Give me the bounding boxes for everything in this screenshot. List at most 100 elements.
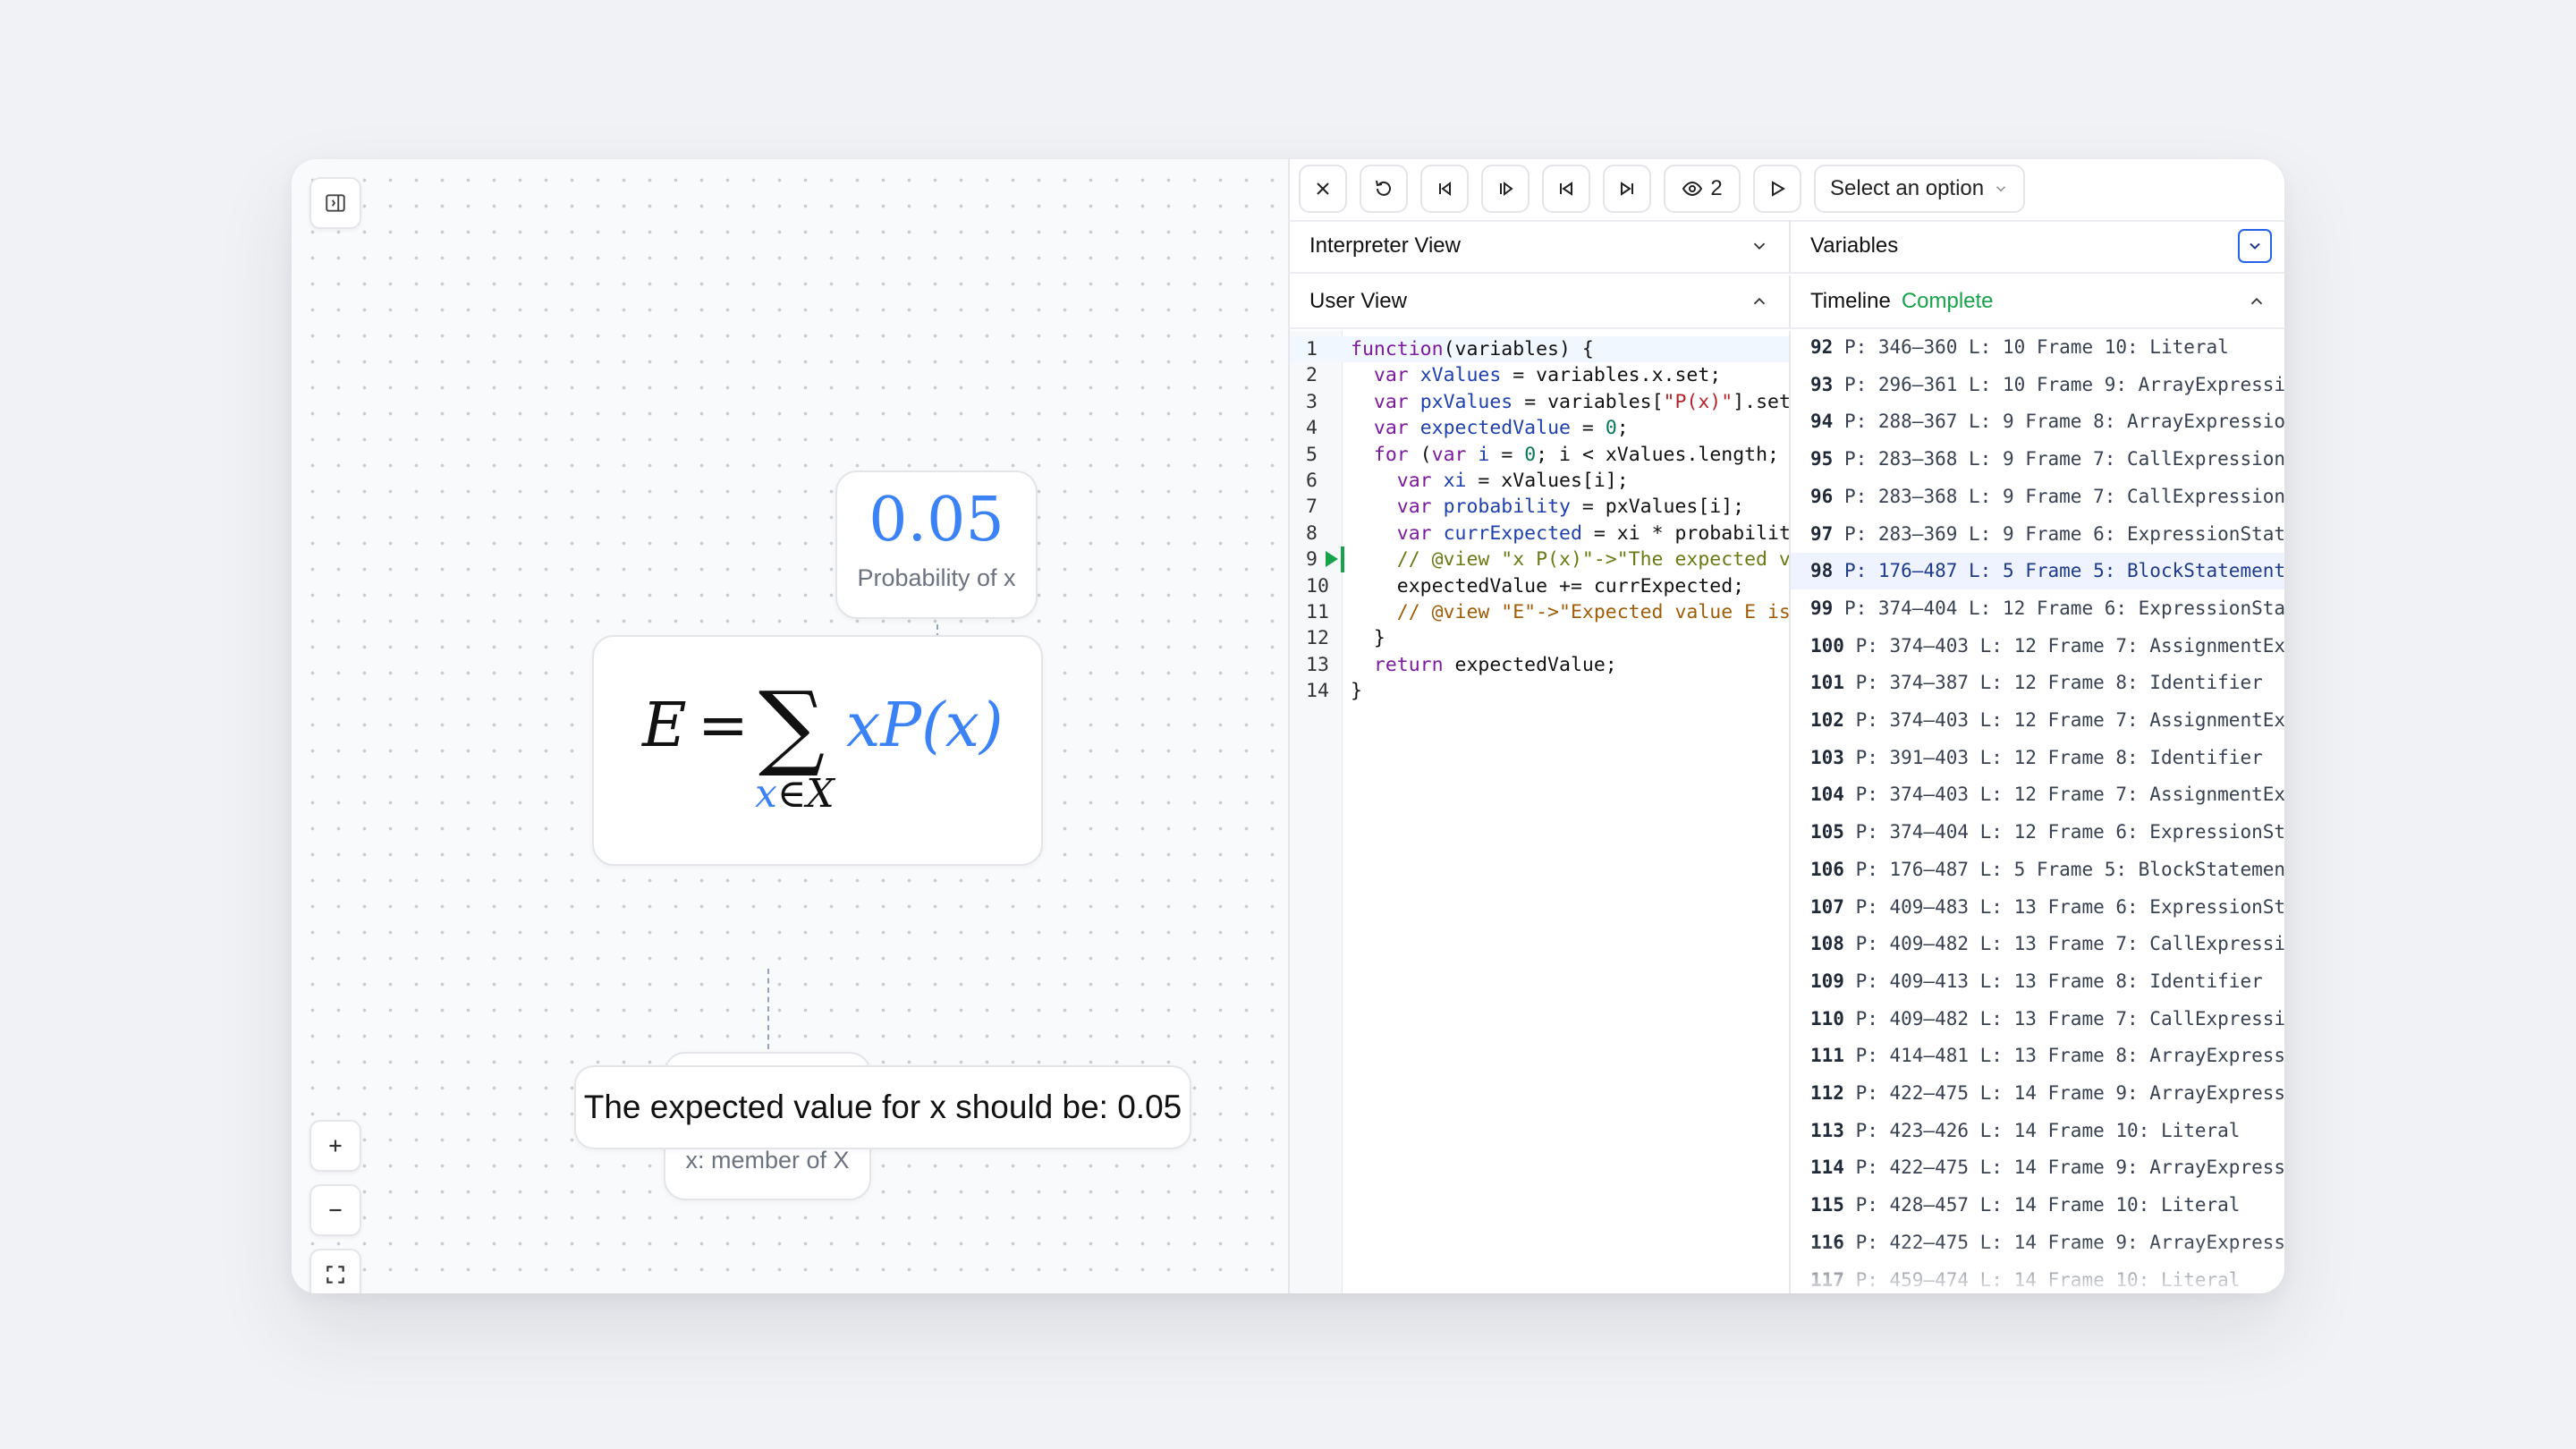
- timeline-row[interactable]: 110 P: 409–482 L: 13 Frame 7: CallExpres…: [1791, 1001, 2284, 1038]
- timeline-row[interactable]: 98 P: 176–487 L: 5 Frame 5: BlockStateme…: [1791, 553, 2284, 590]
- timeline-status: Complete: [1901, 289, 1994, 313]
- play-button[interactable]: [1753, 165, 1801, 213]
- timeline-row[interactable]: 96 P: 283–368 L: 9 Frame 7: CallExpressi…: [1791, 479, 2284, 515]
- timeline-text: P: 374–404 L: 12 Frame 6: ExpressionStat…: [1855, 821, 2284, 843]
- line-number: 3: [1306, 390, 1318, 413]
- fit-view-button[interactable]: [309, 1249, 361, 1293]
- timeline-list[interactable]: 92 P: 346–360 L: 10 Frame 10: Literal 93 …: [1789, 331, 2284, 1293]
- code-line[interactable]: 12 }: [1290, 625, 1789, 651]
- zoom-out-button[interactable]: [309, 1184, 361, 1236]
- timeline-row[interactable]: 93 P: 296–361 L: 10 Frame 9: ArrayExpres…: [1791, 367, 2284, 403]
- skip-end-icon: [1621, 182, 1633, 196]
- timeline-row[interactable]: 99 P: 374–404 L: 12 Frame 6: ExpressionS…: [1791, 590, 2284, 627]
- code-line[interactable]: 3 var pxValues = variables["P(x)"].set;: [1290, 389, 1789, 415]
- sidebar-toggle-button[interactable]: [309, 177, 361, 229]
- timeline-text: P: 283–369 L: 9 Frame 6: ExpressionState…: [1843, 522, 2284, 545]
- timeline-row[interactable]: 106 P: 176–487 L: 5 Frame 5: BlockStatem…: [1791, 852, 2284, 888]
- plus-icon: [329, 1140, 342, 1152]
- code-line[interactable]: 13 return expectedValue;: [1290, 652, 1789, 678]
- timeline-header[interactable]: Timeline Complete: [1789, 275, 2284, 329]
- code-line[interactable]: 4 var expectedValue = 0;: [1290, 415, 1789, 441]
- timeline-text: P: 288–367 L: 9 Frame 8: ArrayExpression: [1843, 411, 2284, 433]
- code-line[interactable]: 7 var probability = pxValues[i];: [1290, 494, 1789, 520]
- timeline-text: P: 374–404 L: 12 Frame 6: ExpressionStat…: [1843, 597, 2284, 619]
- variables-header[interactable]: Variables: [1789, 220, 2284, 274]
- timeline-row[interactable]: 101 P: 374–387 L: 12 Frame 8: Identifier: [1791, 665, 2284, 701]
- node-probability[interactable]: 0.05 Probability of x: [835, 470, 1038, 619]
- zoom-in-button[interactable]: [309, 1120, 361, 1172]
- graph-canvas[interactable]: 0.05 Probability of x E = ∑ x∈X xP(x) 1: [292, 159, 1288, 1293]
- timeline-row[interactable]: 100 P: 374–403 L: 12 Frame 7: Assignment…: [1791, 628, 2284, 665]
- timeline-row[interactable]: 105 P: 374–404 L: 12 Frame 6: Expression…: [1791, 814, 2284, 851]
- play-icon: [1772, 181, 1785, 197]
- code-text: // @view "x P(x)"->"The expected va: [1396, 548, 1789, 572]
- timeline-row[interactable]: 97 P: 283–369 L: 9 Frame 6: ExpressionSt…: [1791, 516, 2284, 553]
- timeline-step: 101: [1810, 672, 1856, 694]
- timeline-row[interactable]: 115 P: 428–457 L: 14 Frame 10: Literal: [1791, 1187, 2284, 1224]
- timeline-step: 93: [1810, 373, 1844, 395]
- timeline-row[interactable]: 108 P: 409–482 L: 13 Frame 7: CallExpres…: [1791, 926, 2284, 962]
- user-view-header[interactable]: User View: [1290, 275, 1789, 329]
- timeline-step: 109: [1810, 970, 1856, 992]
- timeline-row[interactable]: 95 P: 283–368 L: 9 Frame 7: CallExpressi…: [1791, 441, 2284, 478]
- code-line[interactable]: 10 expectedValue += currExpected;: [1290, 573, 1789, 599]
- timeline-text: P: 374–387 L: 12 Frame 8: Identifier: [1855, 672, 2263, 694]
- watch-count: 2: [1710, 176, 1723, 200]
- skip-end-button[interactable]: [1603, 165, 1651, 213]
- timeline-row[interactable]: 111 P: 414–481 L: 13 Frame 8: ArrayExpre…: [1791, 1038, 2284, 1074]
- timeline-row[interactable]: 94 P: 288–367 L: 9 Frame 8: ArrayExpress…: [1791, 403, 2284, 440]
- timeline-row[interactable]: 109 P: 409–413 L: 13 Frame 8: Identifier: [1791, 963, 2284, 1000]
- fullscreen-icon: [326, 1266, 344, 1284]
- line-number: 11: [1306, 601, 1329, 623]
- code-line[interactable]: 5 for (var i = 0; i < xValues.length; i: [1290, 442, 1789, 468]
- variables-toggle-button[interactable]: [2238, 229, 2272, 263]
- line-number: 14: [1306, 680, 1329, 703]
- code-line[interactable]: 2 var xValues = variables.x.set;: [1290, 362, 1789, 388]
- code-line[interactable]: 6 var xi = xValues[i];: [1290, 468, 1789, 494]
- line-number: 4: [1306, 417, 1318, 440]
- code-text: // @view "E"->"Expected value E is: [1396, 601, 1789, 623]
- restart-button[interactable]: [1360, 165, 1408, 213]
- line-number: 2: [1306, 364, 1318, 387]
- timeline-row[interactable]: 92 P: 346–360 L: 10 Frame 10: Literal: [1791, 331, 2284, 366]
- code-editor[interactable]: 1 function(variables) {2 var xValues = va…: [1290, 331, 1789, 1293]
- option-select[interactable]: Select an option: [1814, 165, 2025, 213]
- formula-body: xP(x): [846, 691, 1004, 761]
- timeline-row[interactable]: 114 P: 422–475 L: 14 Frame 9: ArrayExpre…: [1791, 1149, 2284, 1186]
- skip-start-button[interactable]: [1542, 165, 1590, 213]
- chevron-up-icon: [2250, 297, 2263, 305]
- interpreter-view-header[interactable]: Interpreter View: [1290, 220, 1789, 274]
- step-forward-button[interactable]: [1481, 165, 1530, 213]
- member-caption: x: member of X: [685, 1147, 850, 1174]
- close-button[interactable]: [1299, 165, 1347, 213]
- code-text: expectedValue += currExpected;: [1351, 574, 1745, 597]
- code-line[interactable]: 11 // @view "E"->"Expected value E is: [1290, 599, 1789, 625]
- app-window: 0.05 Probability of x E = ∑ x∈X xP(x) 1: [292, 159, 2284, 1293]
- timeline-text: P: 422–475 L: 14 Frame 9: ArrayExpressio…: [1855, 1231, 2284, 1253]
- timeline-text: P: 423–426 L: 14 Frame 10: Literal: [1855, 1119, 2241, 1141]
- step-back-button[interactable]: [1420, 165, 1469, 213]
- breakpoint-marker[interactable]: [1326, 551, 1338, 568]
- code-line[interactable]: 8 var currExpected = xi * probability: [1290, 521, 1789, 547]
- timeline-row[interactable]: 102 P: 374–403 L: 12 Frame 7: Assignment…: [1791, 702, 2284, 739]
- timeline-row[interactable]: 107 P: 409–483 L: 13 Frame 6: Expression…: [1791, 889, 2284, 926]
- code-line[interactable]: 9 // @view "x P(x)"->"The expected va: [1290, 547, 1789, 573]
- node-formula[interactable]: E = ∑ x∈X xP(x): [592, 635, 1043, 866]
- timeline-text: P: 409–482 L: 13 Frame 7: CallExpression: [1855, 1007, 2284, 1030]
- timeline-text: P: 459–474 L: 14 Frame 10: Literal: [1855, 1268, 2241, 1291]
- timeline-text: P: 422–475 L: 14 Frame 9: ArrayExpressio…: [1855, 1157, 2284, 1179]
- timeline-row[interactable]: 104 P: 374–403 L: 12 Frame 7: Assignment…: [1791, 776, 2284, 813]
- code-line[interactable]: 14}: [1290, 678, 1789, 704]
- timeline-row[interactable]: 113 P: 423–426 L: 14 Frame 10: Literal: [1791, 1113, 2284, 1149]
- timeline-row[interactable]: 117 P: 459–474 L: 14 Frame 10: Literal: [1791, 1262, 2284, 1294]
- timeline-row[interactable]: 116 P: 422–475 L: 14 Frame 9: ArrayExpre…: [1791, 1224, 2284, 1261]
- timeline-text: P: 176–487 L: 5 Frame 5: BlockStatement: [1855, 858, 2284, 880]
- timeline-step: 96: [1810, 485, 1844, 507]
- minus-icon: [329, 1208, 342, 1212]
- code-line[interactable]: 1 function(variables) {: [1290, 336, 1789, 363]
- timeline-row[interactable]: 103 P: 391–403 L: 12 Frame 8: Identifier: [1791, 740, 2284, 776]
- timeline-text: P: 414–481 L: 13 Frame 8: ArrayExpressio…: [1855, 1045, 2284, 1067]
- chevron-down-icon: [1996, 186, 2006, 192]
- watch-button[interactable]: 2: [1664, 165, 1741, 213]
- timeline-row[interactable]: 112 P: 422–475 L: 14 Frame 9: ArrayExpre…: [1791, 1075, 2284, 1112]
